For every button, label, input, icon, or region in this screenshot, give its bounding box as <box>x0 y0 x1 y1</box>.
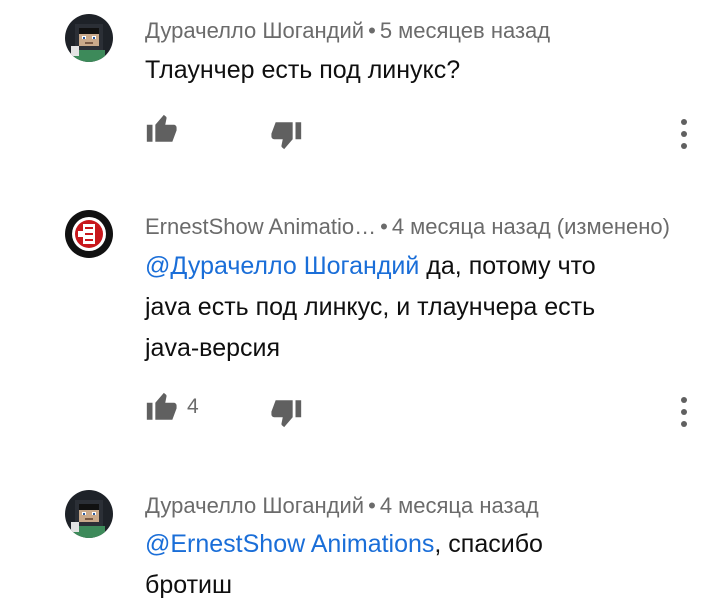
comment-meta: ErnestShow Animatio… • 4 месяца назад (изм… <box>145 214 670 239</box>
avatar[interactable] <box>65 210 113 258</box>
user-mention-link[interactable]: @Дурачелло Шогандий <box>145 252 419 280</box>
more-vertical-icon[interactable] <box>670 394 698 430</box>
pixel-character-avatar-icon <box>65 14 113 62</box>
author-name[interactable]: Дурачелло Шогандий <box>145 493 364 518</box>
thumbs-up-icon[interactable] <box>144 112 178 146</box>
like-count: 4 <box>187 395 199 418</box>
avatar[interactable] <box>65 14 113 62</box>
comment-meta: Дурачелло Шогандий • 5 месяцев назад <box>145 18 551 43</box>
comment-line: Тлаунчер есть под линукс? <box>145 56 461 84</box>
comment-line: java есть под линкус, и тлаунчера есть <box>145 293 596 321</box>
timestamp[interactable]: 4 месяца назад <box>380 493 539 518</box>
author-name[interactable]: Дурачелло Шогандий <box>145 18 364 43</box>
comment-text: Тлаунчер есть под линукс? <box>145 50 705 91</box>
comment-line: java-версия <box>145 334 280 362</box>
thumbs-down-icon[interactable] <box>270 118 304 152</box>
user-mention-link[interactable]: @ErnestShow Animations <box>145 530 434 558</box>
comment-actions <box>0 112 720 152</box>
avatar[interactable] <box>65 490 113 538</box>
comment-meta: Дурачелло Шогандий • 4 месяца назад <box>145 493 539 518</box>
pixel-character-avatar-icon <box>65 490 113 538</box>
comment-text: @ErnestShow Animations, спасибо бротиш <box>145 524 705 606</box>
ernestshow-logo-icon <box>65 210 113 258</box>
timestamp[interactable]: 4 месяца назад (изменено) <box>392 214 670 239</box>
author-name[interactable]: ErnestShow Animatio… <box>145 214 376 239</box>
timestamp[interactable]: 5 месяцев назад <box>380 18 550 43</box>
comment-actions: 4 <box>0 390 720 430</box>
more-vertical-icon[interactable] <box>670 116 698 152</box>
comment-text: @Дурачелло Шогандий да, потому что java … <box>145 246 705 369</box>
comment-line: да, потому что <box>419 252 596 280</box>
comment-line: , спасибо <box>434 530 543 558</box>
thumbs-down-icon[interactable] <box>270 396 304 430</box>
comment-line: бротиш <box>145 571 233 599</box>
thumbs-up-icon[interactable] <box>144 390 178 424</box>
